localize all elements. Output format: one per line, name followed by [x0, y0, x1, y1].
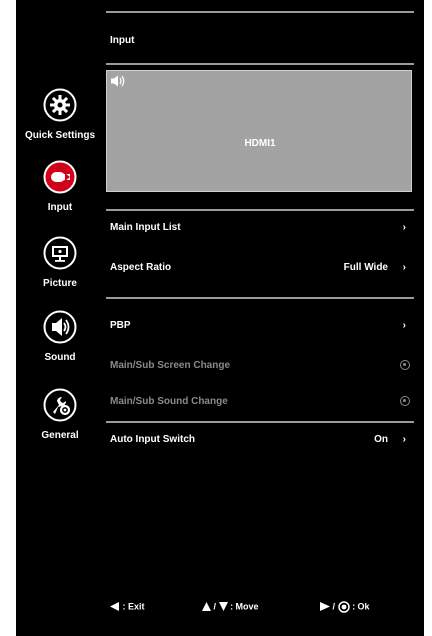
move-hint-text: : Move [230, 601, 259, 612]
move-separator: / [213, 601, 217, 612]
menu-item-label: Aspect Ratio [110, 262, 172, 273]
divider [106, 11, 414, 13]
right-arrow-icon [320, 602, 330, 612]
input-source-label: HDMI1 [244, 138, 276, 149]
menu-item-label: Auto Input Switch [110, 434, 195, 445]
sound-change-item[interactable]: Main/Sub Sound Change [106, 390, 414, 414]
osd-menu: Quick Settings Input Picture Sound Gener… [16, 0, 424, 636]
menu-item-value: Full Wide [343, 262, 388, 273]
chevron-right-icon: › [402, 434, 406, 445]
chevron-right-icon: › [402, 262, 406, 273]
sidebar-item-label: General [41, 430, 79, 441]
pbp-item[interactable]: PBP › [106, 314, 414, 338]
exit-hint-text: : Exit [122, 601, 145, 612]
footer-exit-hint: : Exit [110, 600, 145, 613]
up-arrow-icon [202, 602, 211, 612]
ok-button-icon [337, 600, 350, 613]
input-plug-icon [43, 160, 77, 194]
gear-icon [43, 88, 77, 122]
monitor-icon [43, 236, 77, 270]
chevron-right-icon: › [402, 320, 406, 331]
sidebar-item-label: Sound [44, 352, 76, 363]
menu-item-label: Main/Sub Sound Change [110, 396, 228, 407]
auto-input-switch-item[interactable]: Auto Input Switch On › [106, 428, 414, 452]
sidebar-item-input[interactable]: Input [16, 160, 104, 226]
radio-icon [400, 396, 410, 406]
ok-separator: / [332, 601, 336, 612]
divider [106, 421, 414, 423]
input-panel: Input HDMI1 Main Input List › Aspect Rat… [106, 0, 414, 636]
menu-item-value: On [374, 434, 388, 445]
menu-item-label: Main Input List [110, 222, 181, 233]
radio-icon [400, 360, 410, 370]
menu-item-label: Main/Sub Screen Change [110, 360, 231, 371]
speaker-icon [111, 75, 129, 87]
menu-item-label: PBP [110, 320, 131, 331]
divider [106, 63, 414, 65]
down-arrow-icon [218, 602, 228, 612]
footer-move-hint: / : Move [202, 600, 259, 613]
sidebar-item-label: Picture [43, 278, 77, 289]
wrench-gear-icon [43, 388, 77, 422]
sidebar-item-label: Input [47, 202, 73, 213]
sidebar-item-quick-settings[interactable]: Quick Settings [16, 88, 104, 154]
aspect-ratio-item[interactable]: Aspect Ratio Full Wide › [106, 256, 414, 280]
input-preview: HDMI1 [106, 70, 412, 192]
left-arrow-icon [110, 602, 119, 612]
sidebar-item-sound[interactable]: Sound [16, 310, 104, 376]
speaker-icon [43, 310, 77, 344]
sidebar-item-general[interactable]: General [16, 388, 104, 454]
divider [106, 297, 414, 299]
divider [106, 209, 414, 211]
sidebar-item-picture[interactable]: Picture [16, 236, 104, 302]
footer-ok-hint: / : Ok [320, 600, 370, 613]
chevron-right-icon: › [402, 222, 406, 233]
ok-hint-text: : Ok [352, 601, 370, 612]
page-title: Input [110, 35, 135, 46]
main-input-list-item[interactable]: Main Input List › [106, 216, 414, 240]
screen-change-item[interactable]: Main/Sub Screen Change [106, 354, 414, 378]
sidebar-item-label: Quick Settings [24, 130, 95, 141]
